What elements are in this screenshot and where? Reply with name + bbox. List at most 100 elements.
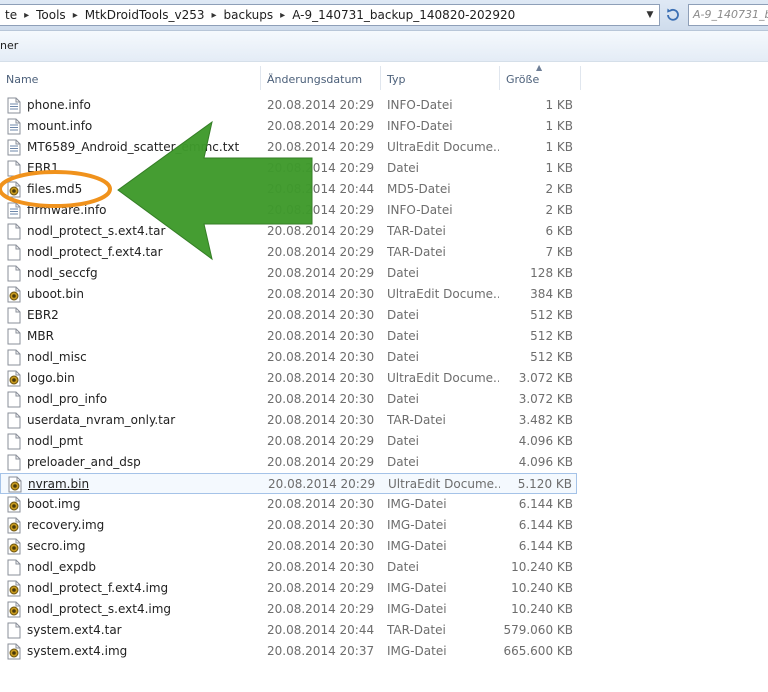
breadcrumb-item[interactable]: A-9_140731_backup_140820-202920 — [287, 5, 520, 25]
file-name: recovery.img — [27, 518, 105, 532]
file-size: 5.120 KB — [517, 477, 572, 491]
file-size: 7 KB — [545, 245, 573, 259]
file-row[interactable]: firmware.info 20.08.2014 20:29 INFO-Datei 2… — [0, 200, 577, 221]
column-header-type[interactable]: Typ — [381, 66, 499, 92]
file-size: 512 KB — [530, 350, 573, 364]
file-row[interactable]: nodl_pro_info 20.08.2014 20:30 Datei 3.072 … — [0, 389, 577, 410]
command-toolbar: ner — [0, 31, 768, 62]
blank-file-icon — [7, 559, 21, 576]
file-name: nvram.bin — [28, 477, 90, 491]
file-row[interactable]: secro.img 20.08.2014 20:30 IMG-Datei 6.144 … — [0, 536, 577, 557]
breadcrumb-separator-icon[interactable]: ▸ — [71, 10, 80, 21]
blank-file-icon — [7, 307, 21, 324]
file-row[interactable]: system.ext4.tar 20.08.2014 20:44 TAR-Datei… — [0, 620, 577, 641]
breadcrumb-separator-icon[interactable]: ▸ — [210, 10, 219, 21]
file-row[interactable]: nodl_pmt 20.08.2014 20:29 Datei 4.096 KB — [0, 431, 577, 452]
file-row[interactable]: nodl_expdb 20.08.2014 20:30 Datei 10.240 KB — [0, 557, 577, 578]
ultraedit-file-icon — [7, 601, 21, 618]
file-row[interactable]: nodl_protect_f.ext4.img 20.08.2014 20:29 I… — [0, 578, 577, 599]
breadcrumb-separator-icon[interactable]: ▸ — [278, 10, 287, 21]
ultraedit-file-icon — [7, 538, 21, 555]
file-type: INFO-Datei — [387, 203, 453, 217]
column-divider[interactable] — [580, 66, 581, 90]
breadcrumb-item[interactable]: Tools — [31, 5, 71, 25]
file-name: boot.img — [27, 497, 81, 511]
blank-file-icon — [7, 265, 21, 282]
file-row[interactable]: preloader_and_dsp 20.08.2014 20:29 Datei 4.… — [0, 452, 577, 473]
file-row[interactable]: mount.info 20.08.2014 20:29 INFO-Datei 1 KB — [0, 116, 577, 137]
breadcrumb-item[interactable]: MtkDroidTools_v253 — [80, 5, 210, 25]
file-name: EBR2 — [27, 308, 59, 322]
blank-file-icon — [7, 160, 21, 177]
file-name: nodl_protect_f.ext4.tar — [27, 245, 163, 259]
file-list: Name Änderungsdatum Typ Größe ▲ phone.in… — [0, 62, 768, 692]
ultraedit-file-icon — [7, 286, 21, 303]
file-date: 20.08.2014 20:30 — [267, 539, 375, 553]
text-file-icon — [7, 139, 21, 156]
file-size: 3.482 KB — [518, 413, 573, 427]
file-date: 20.08.2014 20:30 — [267, 560, 375, 574]
breadcrumb-item[interactable]: te — [0, 5, 22, 25]
file-type: TAR-Datei — [387, 623, 446, 637]
file-date: 20.08.2014 20:30 — [267, 371, 375, 385]
file-row[interactable]: nvram.bin 20.08.2014 20:29 UltraEdit Docum… — [0, 473, 577, 494]
file-name: nodl_protect_f.ext4.img — [27, 581, 169, 595]
file-size: 2 KB — [545, 203, 573, 217]
blank-file-icon — [7, 223, 21, 240]
file-row[interactable]: recovery.img 20.08.2014 20:30 IMG-Datei 6.1… — [0, 515, 577, 536]
file-row[interactable]: nodl_protect_f.ext4.tar 20.08.2014 20:29 T… — [0, 242, 577, 263]
file-type: IMG-Datei — [387, 518, 447, 532]
file-date: 20.08.2014 20:44 — [267, 182, 375, 196]
file-row[interactable]: MBR 20.08.2014 20:30 Datei 512 KB — [0, 326, 577, 347]
file-name: secro.img — [27, 539, 86, 553]
file-row[interactable]: nodl_protect_s.ext4.tar 20.08.2014 20:29 T… — [0, 221, 577, 242]
file-type: Datei — [387, 350, 420, 364]
file-row[interactable]: nodl_protect_s.ext4.img 20.08.2014 20:29 I… — [0, 599, 577, 620]
file-name: preloader_and_dsp — [27, 455, 141, 469]
refresh-button[interactable] — [662, 4, 684, 26]
file-row[interactable]: nodl_misc 20.08.2014 20:30 Datei 512 KB — [0, 347, 577, 368]
file-date: 20.08.2014 20:30 — [267, 287, 375, 301]
file-date: 20.08.2014 20:29 — [267, 581, 375, 595]
file-date: 20.08.2014 20:29 — [267, 140, 375, 154]
file-row[interactable]: boot.img 20.08.2014 20:30 IMG-Datei 6.144 K… — [0, 494, 577, 515]
search-input[interactable]: A-9_140731_ba — [688, 4, 768, 26]
file-row[interactable]: files.md5 20.08.2014 20:44 MD5-Datei 2 KB — [0, 179, 577, 200]
file-name: uboot.bin — [27, 287, 84, 301]
file-type: INFO-Datei — [387, 98, 453, 112]
breadcrumb[interactable]: te ▸ Tools ▸ MtkDroidTools_v253 ▸ backup… — [0, 4, 660, 26]
file-type: Datei — [387, 329, 420, 343]
file-row[interactable]: system.ext4.img 20.08.2014 20:37 IMG-Datei… — [0, 641, 577, 662]
file-date: 20.08.2014 20:30 — [267, 308, 375, 322]
file-row[interactable]: logo.bin 20.08.2014 20:30 UltraEdit Docume… — [0, 368, 577, 389]
ultraedit-file-icon — [7, 517, 21, 534]
toolbar-item[interactable]: ner — [0, 39, 18, 52]
file-date: 20.08.2014 20:29 — [267, 602, 375, 616]
file-row[interactable]: MT6589_Android_scatter_emmc.txt 20.08.201… — [0, 137, 577, 158]
text-file-icon — [7, 202, 21, 219]
column-header-name[interactable]: Name — [0, 66, 260, 92]
file-row[interactable]: EBR1 20.08.2014 20:29 Datei 1 KB — [0, 158, 577, 179]
breadcrumb-separator-icon[interactable]: ▸ — [22, 10, 31, 21]
file-name: files.md5 — [27, 182, 83, 196]
file-name: nodl_seccfg — [27, 266, 98, 280]
file-type: Datei — [387, 455, 420, 469]
breadcrumb-item[interactable]: backups — [219, 5, 279, 25]
file-name: EBR1 — [27, 161, 59, 175]
file-row[interactable]: EBR2 20.08.2014 20:30 Datei 512 KB — [0, 305, 577, 326]
file-date: 20.08.2014 20:30 — [267, 392, 375, 406]
file-date: 20.08.2014 20:30 — [267, 329, 375, 343]
file-row[interactable]: nodl_seccfg 20.08.2014 20:29 Datei 128 KB — [0, 263, 577, 284]
file-name: MT6589_Android_scatter_emmc.txt — [27, 140, 240, 154]
column-header-date[interactable]: Änderungsdatum — [261, 66, 380, 92]
file-type: IMG-Datei — [387, 497, 447, 511]
file-name: mount.info — [27, 119, 93, 133]
file-row[interactable]: userdata_nvram_only.tar 20.08.2014 20:30 T… — [0, 410, 577, 431]
file-row[interactable]: uboot.bin 20.08.2014 20:30 UltraEdit Docum… — [0, 284, 577, 305]
blank-file-icon — [7, 412, 21, 429]
file-row[interactable]: phone.info 20.08.2014 20:29 INFO-Datei 1 KB — [0, 95, 577, 116]
file-size: 6 KB — [545, 224, 573, 238]
address-history-dropdown-icon[interactable]: ▼ — [641, 5, 659, 25]
file-size: 3.072 KB — [518, 371, 573, 385]
file-size: 579.060 KB — [503, 623, 573, 637]
